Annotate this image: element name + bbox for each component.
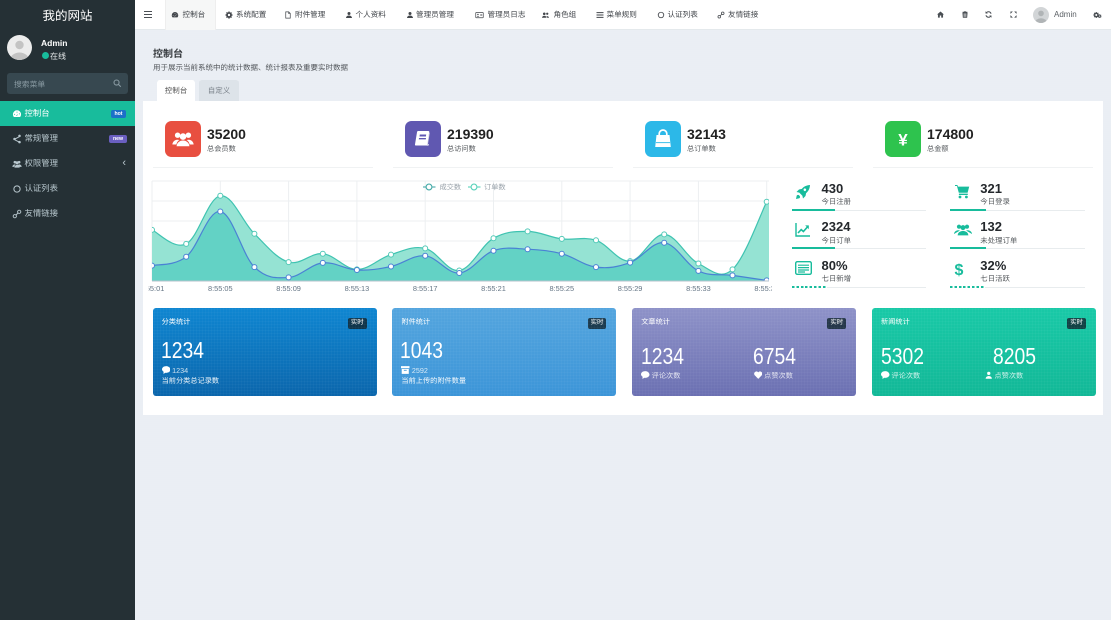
svg-text:8:55:13: 8:55:13 — [345, 284, 370, 293]
svg-text:8:55:17: 8:55:17 — [413, 284, 438, 293]
svg-text:8:55:05: 8:55:05 — [208, 284, 233, 293]
svg-text:8:55:25: 8:55:25 — [549, 284, 574, 293]
svg-text:8:55:33: 8:55:33 — [686, 284, 711, 293]
svg-text:8:55:09: 8:55:09 — [276, 284, 301, 293]
svg-text:8:55:29: 8:55:29 — [618, 284, 643, 293]
svg-text:成交数: 成交数 — [440, 183, 462, 192]
svg-text:8:55:01: 8:55:01 — [143, 284, 164, 293]
svg-text:$: $ — [954, 262, 963, 278]
svg-text:订单数: 订单数 — [484, 183, 506, 192]
svg-text:8:55:37: 8:55:37 — [754, 284, 779, 293]
svg-text:8:55:21: 8:55:21 — [481, 284, 506, 293]
